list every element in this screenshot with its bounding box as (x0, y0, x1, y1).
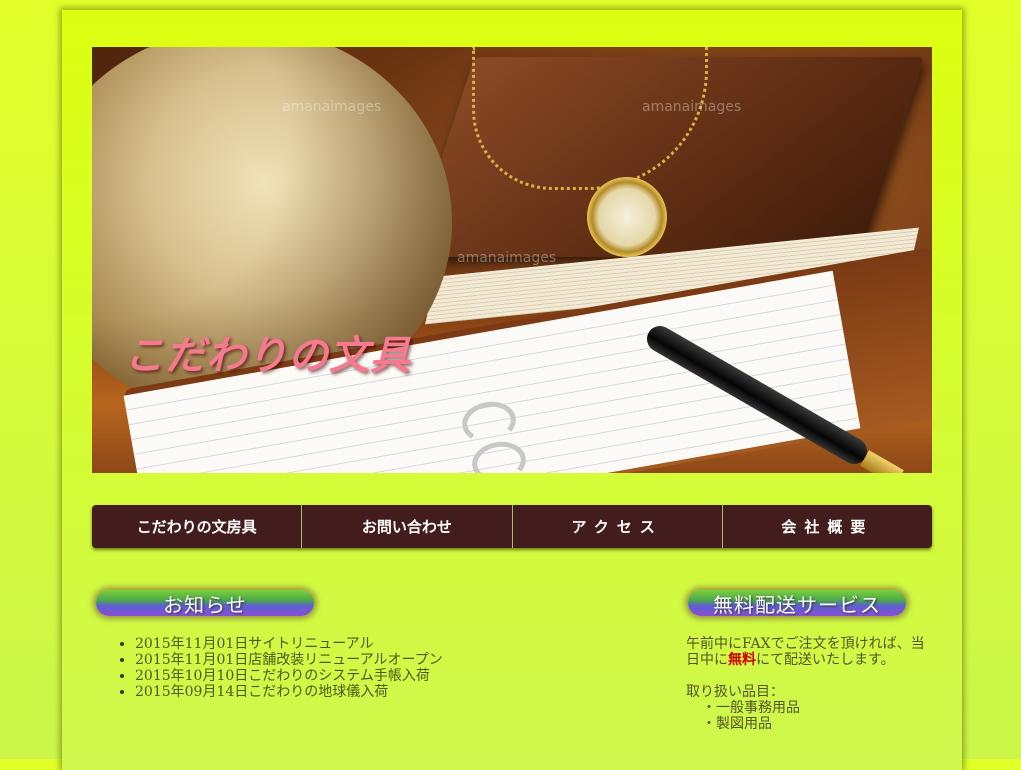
news-item[interactable]: 2015年11月01日サイトリニューアル (135, 636, 443, 652)
watermark: amanaimages (457, 250, 557, 266)
news-item[interactable]: 2015年11月01日店舗改装リニューアルオープン (135, 652, 443, 668)
service-item: ・製図用品 (702, 716, 772, 732)
site-title: こだわりの文具 (124, 332, 411, 379)
service-text: にて配送いたします。 (756, 652, 895, 668)
service-item: ・一般事務用品 (702, 700, 800, 716)
service-heading: 無料配送サービス (688, 590, 906, 617)
watermark: amanaimages (282, 99, 382, 115)
news-item[interactable]: 2015年09月14日こだわりの地球儀入荷 (135, 684, 443, 700)
nav-item-access[interactable]: アクセス (513, 505, 723, 548)
header-banner-image: amanaimages amanaimages amanaimages aman… (92, 47, 932, 473)
nav-item-company[interactable]: 会社概要 (723, 505, 932, 548)
page-container: amanaimages amanaimages amanaimages aman… (62, 10, 962, 770)
news-item[interactable]: 2015年10月10日こだわりのシステム手帳入荷 (135, 668, 443, 684)
nav-item-contact[interactable]: お問い合わせ (302, 505, 513, 548)
service-description: 午前中にFAXでご注文を頂ければ、当日中に無料にて配送いたします。 (686, 636, 936, 668)
items-label: 取り扱い品目： (686, 684, 784, 700)
watermark: amanaimages (627, 404, 727, 420)
free-highlight: 無料 (728, 652, 756, 668)
nav-item-stationery[interactable]: こだわりの文房具 (92, 505, 303, 548)
pocket-watch (587, 177, 667, 257)
watermark: amanaimages (282, 404, 382, 420)
service-section: 午前中にFAXでご注文を頂ければ、当日中に無料にて配送いたします。 取り扱い品目… (686, 636, 936, 732)
news-list: 2015年11月01日サイトリニューアル 2015年11月01日店舗改装リニュー… (105, 636, 443, 700)
news-heading: お知らせ (96, 590, 314, 617)
watermark: amanaimages (642, 99, 742, 115)
main-nav: こだわりの文房具 お問い合わせ アクセス 会社概要 (92, 505, 932, 548)
